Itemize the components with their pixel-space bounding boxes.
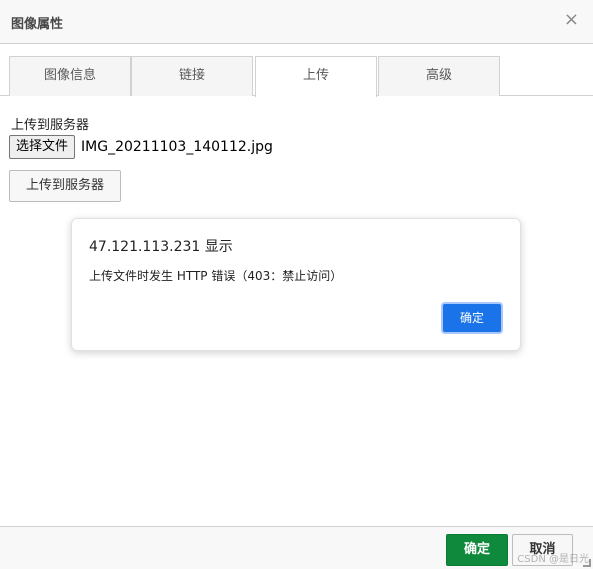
file-input-row: 选择文件 IMG_20211103_140112.jpg: [9, 134, 273, 160]
watermark: CSDN @是日光: [517, 554, 589, 565]
dialog-titlebar: 图像属性 ×: [0, 0, 593, 44]
upload-section-label: 上传到服务器: [11, 118, 90, 133]
alert-title: 47.121.113.231 显示: [89, 239, 233, 255]
tab-bar: 图像信息 链接 上传 高级: [0, 56, 593, 97]
alert-message: 上传文件时发生 HTTP 错误（403：禁止访问）: [89, 269, 343, 283]
tab-link[interactable]: 链接: [131, 56, 253, 96]
dialog-footer: 确定 取消: [0, 526, 593, 569]
image-properties-dialog: 图像属性 × 图像信息 链接 上传 高级 上传到服务器 选择文件 IMG_202…: [0, 0, 593, 569]
tab-advanced[interactable]: 高级: [378, 56, 500, 96]
browser-alert-dialog: 47.121.113.231 显示 上传文件时发生 HTTP 错误（403：禁止…: [71, 218, 521, 351]
upload-to-server-button[interactable]: 上传到服务器: [9, 170, 121, 202]
selected-file-name: IMG_20211103_140112.jpg: [81, 139, 273, 155]
tab-image-info[interactable]: 图像信息: [9, 56, 131, 96]
choose-file-button[interactable]: 选择文件: [9, 135, 76, 159]
close-icon[interactable]: ×: [564, 10, 579, 30]
alert-ok-button[interactable]: 确定: [441, 302, 503, 334]
dialog-title: 图像属性: [11, 17, 64, 32]
ok-button[interactable]: 确定: [446, 534, 508, 566]
tab-upload[interactable]: 上传: [255, 56, 377, 97]
